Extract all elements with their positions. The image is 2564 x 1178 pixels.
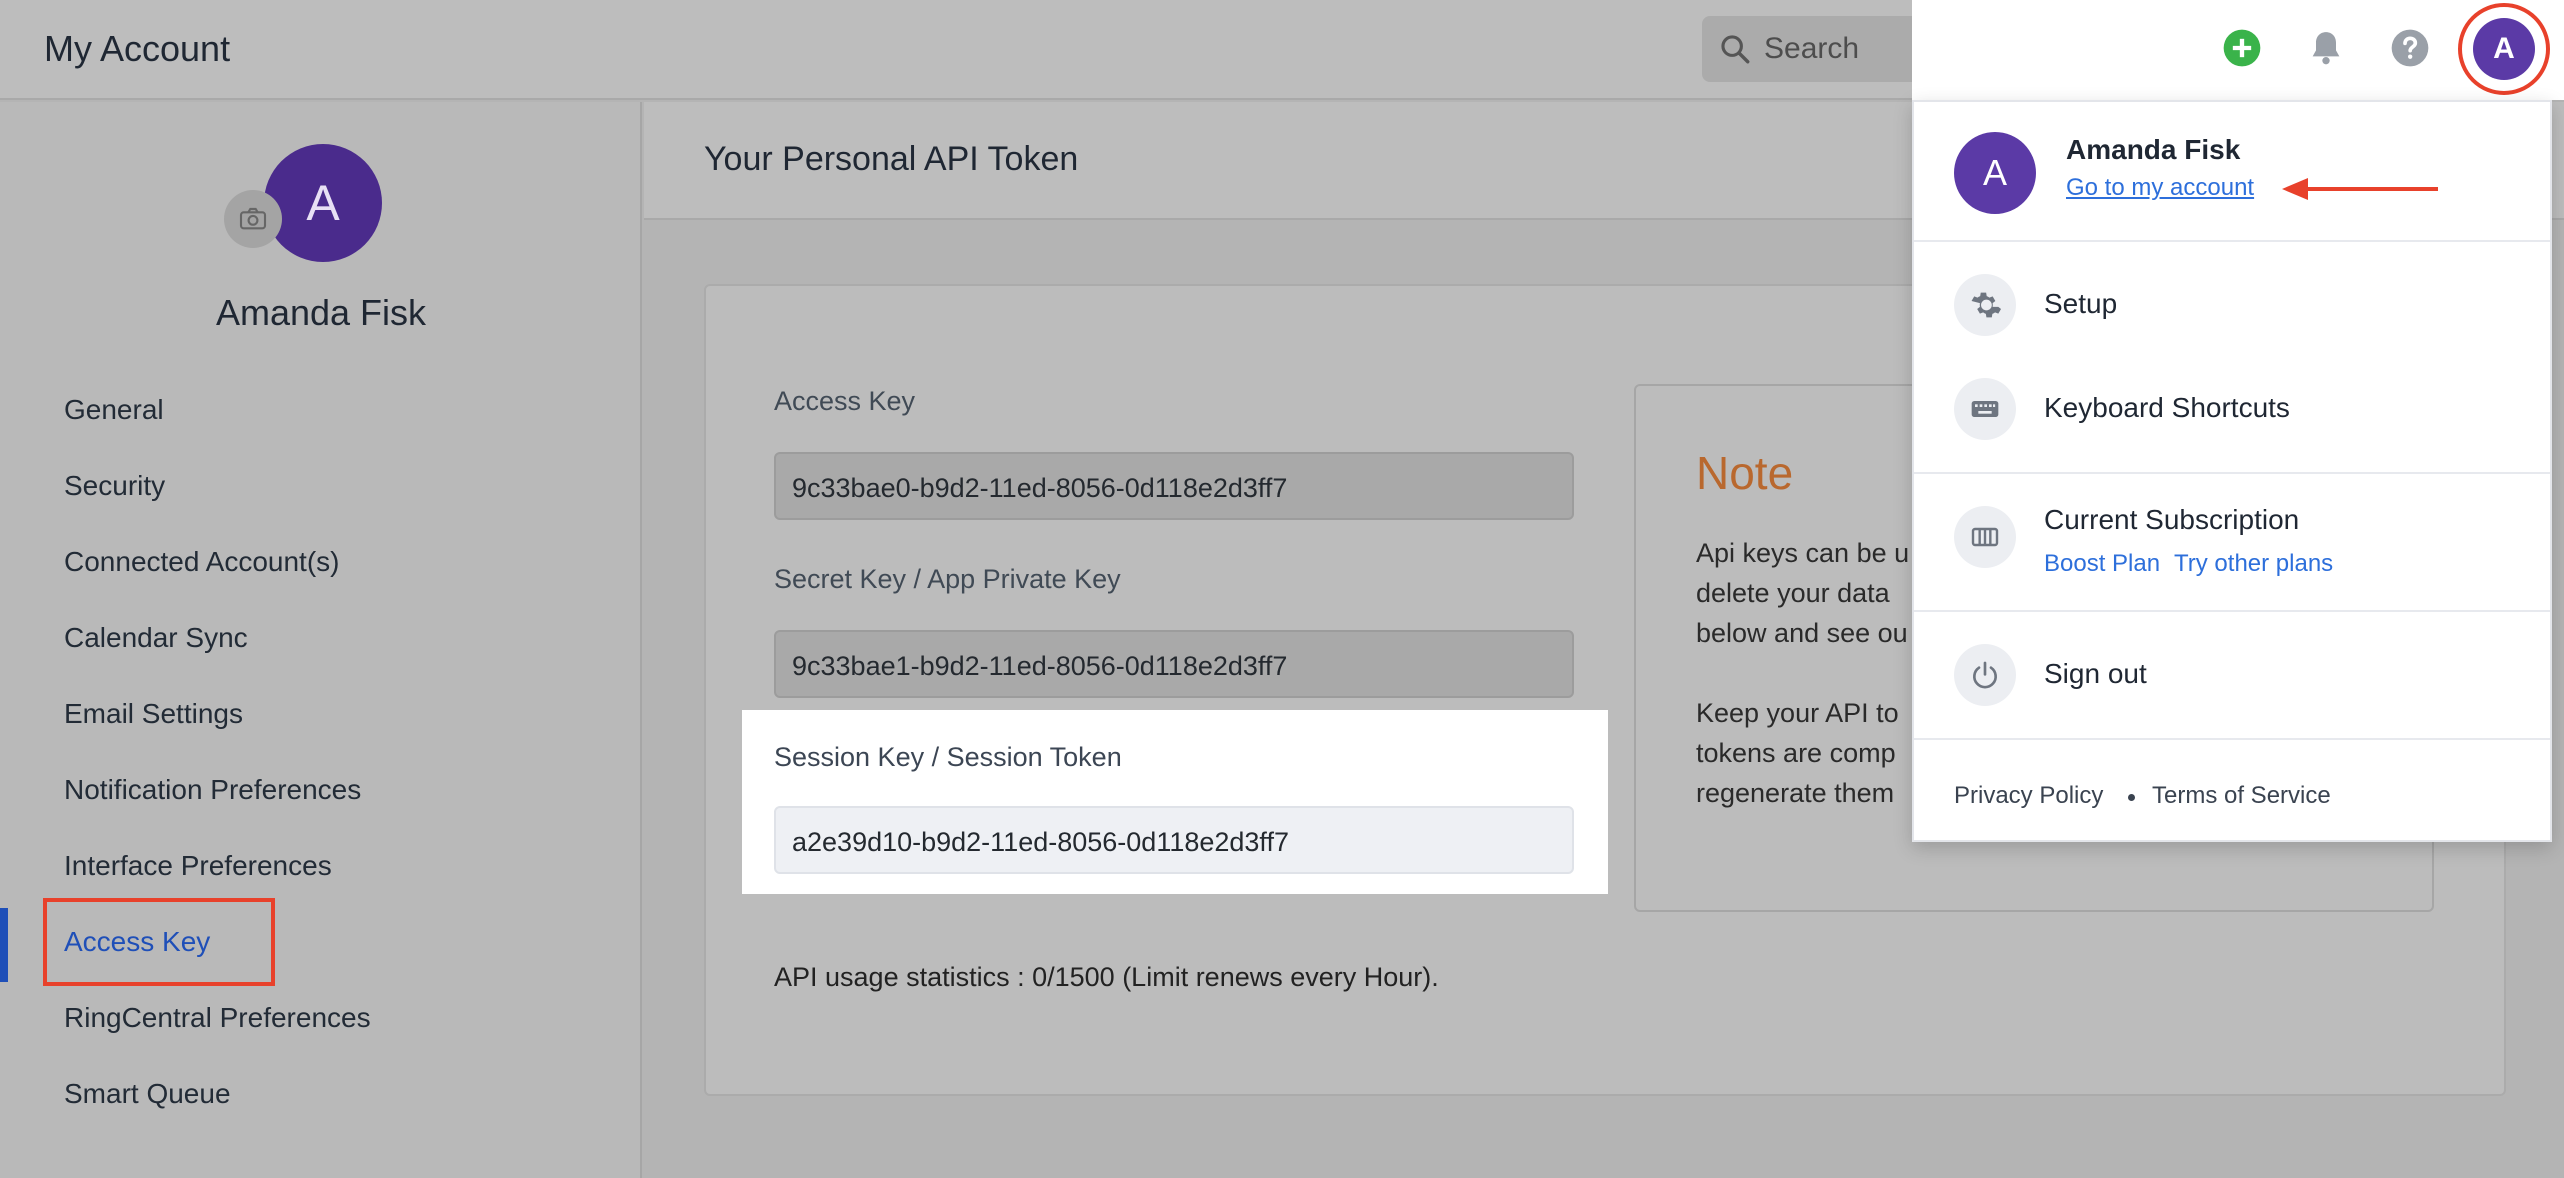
- active-indicator: [0, 908, 8, 982]
- session-key-label: Session Key / Session Token: [774, 742, 1122, 772]
- api-usage-statistics: API usage statistics : 0/1500 (Limit ren…: [774, 962, 1439, 992]
- secret-key-field[interactable]: 9c33bae1-b9d2-11ed-8056-0d118e2d3ff7: [774, 630, 1574, 698]
- help-icon[interactable]: [2390, 28, 2430, 68]
- access-key-field[interactable]: 9c33bae0-b9d2-11ed-8056-0d118e2d3ff7: [774, 452, 1574, 520]
- bell-icon[interactable]: [2306, 28, 2346, 68]
- highlight-circle: [2458, 3, 2550, 95]
- dropdown-divider: [1914, 610, 2550, 612]
- current-subscription-label: Current Subscription: [2044, 504, 2300, 535]
- dropdown-avatar: A: [1954, 132, 2036, 214]
- sidebar-item-interface-preferences[interactable]: Interface Preferences: [64, 850, 332, 882]
- note-line: delete your data: [1696, 578, 1890, 608]
- keyboard-icon: [1971, 401, 1999, 417]
- sign-out-menu-item[interactable]: Sign out: [2044, 658, 2147, 690]
- note-line: Keep your API to: [1696, 698, 1899, 728]
- separator-dot: [2128, 794, 2135, 801]
- dropdown-divider: [1914, 472, 2550, 474]
- dropdown-avatar-letter: A: [1982, 152, 2007, 193]
- access-key-label: Access Key: [774, 386, 916, 416]
- shortcuts-item-icon: [1954, 378, 2016, 440]
- note-line: below and see ou: [1696, 618, 1908, 648]
- terms-of-service-link[interactable]: Terms of Service: [2152, 782, 2331, 810]
- arrow-icon: [2282, 178, 2438, 200]
- dropdown-user-name: Amanda Fisk: [2066, 134, 2241, 165]
- sidebar: A Amanda Fisk General Security Connected…: [0, 102, 642, 1178]
- sidebar-item-connected-accounts[interactable]: Connected Account(s): [64, 546, 340, 578]
- sidebar-item-calendar-sync[interactable]: Calendar Sync: [64, 622, 248, 654]
- session-key-panel: Session Key / Session Token a2e39d10-b9d…: [742, 710, 1608, 894]
- sidebar-item-ringcentral-preferences[interactable]: RingCentral Preferences: [64, 1002, 371, 1034]
- dropdown-divider: [1914, 240, 2550, 242]
- try-other-plans-link[interactable]: Try other plans: [2174, 550, 2333, 578]
- setup-item-icon: [1954, 274, 2016, 336]
- page-title: Your Personal API Token: [704, 140, 1079, 178]
- sidebar-item-security[interactable]: Security: [64, 470, 165, 502]
- sidebar-item-general[interactable]: General: [64, 394, 164, 426]
- sign-out-item-icon: [1954, 644, 2016, 706]
- go-to-my-account-link[interactable]: Go to my account: [2066, 174, 2254, 202]
- camera-icon: [239, 207, 267, 230]
- change-photo-button[interactable]: [224, 190, 282, 248]
- sidebar-item-smart-queue[interactable]: Smart Queue: [64, 1078, 231, 1110]
- setup-menu-item[interactable]: Setup: [2044, 288, 2117, 320]
- app-title: My Account: [44, 28, 231, 69]
- add-icon[interactable]: [2222, 28, 2262, 68]
- note-line: Api keys can be u: [1696, 538, 1910, 568]
- gear-icon: [1971, 292, 2002, 318]
- sidebar-item-notification-preferences[interactable]: Notification Preferences: [64, 774, 361, 806]
- subscription-item-icon: [1954, 506, 2016, 568]
- boost-plan-link[interactable]: Boost Plan: [2044, 550, 2160, 578]
- power-icon: [1973, 661, 1997, 689]
- dropdown-divider: [1914, 738, 2550, 740]
- profile-name: Amanda Fisk: [215, 292, 427, 333]
- secret-key-label: Secret Key / App Private Key: [774, 564, 1121, 594]
- highlight-box: [43, 898, 275, 986]
- session-key-field[interactable]: a2e39d10-b9d2-11ed-8056-0d118e2d3ff7: [774, 806, 1574, 874]
- profile-avatar: A: [264, 144, 382, 262]
- search-icon: [1721, 35, 1750, 64]
- sidebar-item-email-settings[interactable]: Email Settings: [64, 698, 243, 730]
- note-line: tokens are comp: [1696, 738, 1896, 768]
- note-line: regenerate them: [1696, 778, 1895, 808]
- privacy-policy-link[interactable]: Privacy Policy: [1954, 782, 2103, 810]
- keyboard-shortcuts-menu-item[interactable]: Keyboard Shortcuts: [2044, 392, 2290, 424]
- account-dropdown-menu: A Amanda Fisk Go to my account Setup Key…: [1912, 100, 2552, 842]
- subscription-icon: [1971, 527, 1999, 547]
- profile-avatar-letter: A: [306, 175, 340, 231]
- note-title: Note: [1696, 447, 1794, 499]
- search-input[interactable]: Search: [1764, 32, 1859, 66]
